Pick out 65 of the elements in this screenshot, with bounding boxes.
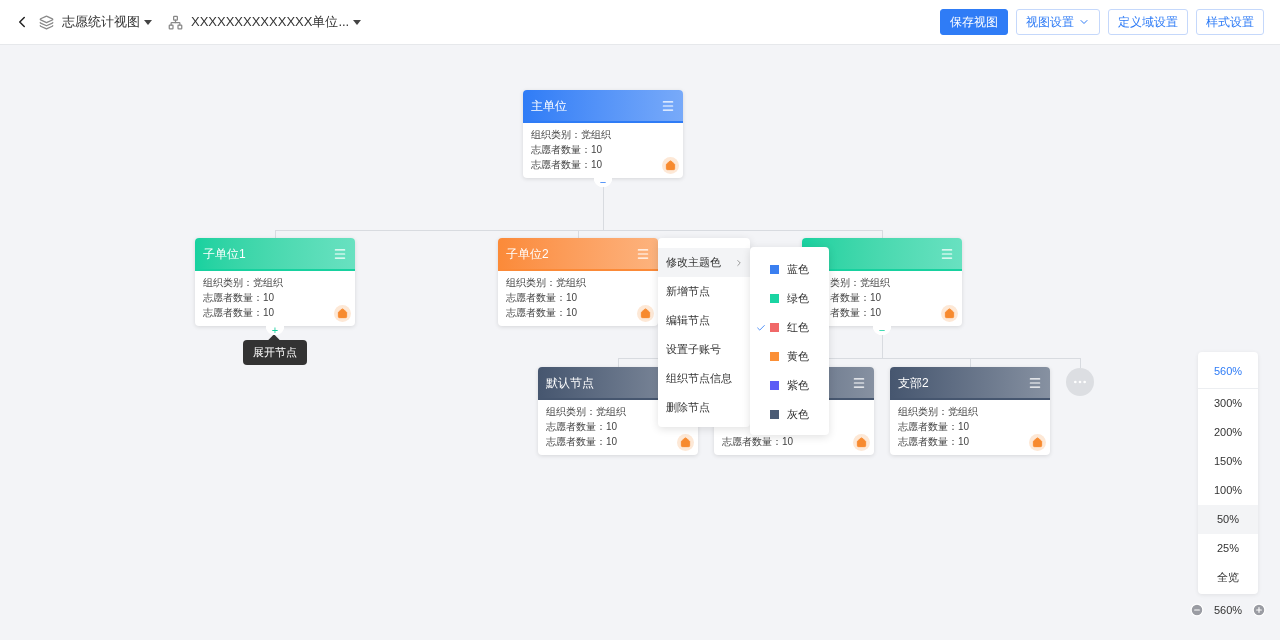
zoom-option[interactable]: 150% <box>1198 447 1258 476</box>
menu-icon[interactable] <box>852 376 866 390</box>
node-field: 志愿者数量：10 <box>203 305 275 320</box>
unit-dropdown[interactable]: XXXXXXXXXXXXXX单位... <box>191 12 362 32</box>
menu-item[interactable]: 新增节点 <box>658 277 750 306</box>
color-option[interactable]: 黄色 <box>750 342 829 371</box>
node-field: 组织类别：党组织 <box>898 404 978 419</box>
toolbar-button[interactable]: 视图设置 <box>1016 9 1100 35</box>
node-title: 支部2 <box>898 375 929 392</box>
node-field: 志愿者数量：10 <box>898 419 970 434</box>
node-title: 默认节点 <box>546 375 594 392</box>
zoom-in-icon[interactable] <box>1252 603 1266 618</box>
node-field: 志愿者数量：10 <box>531 157 603 172</box>
zoom-option[interactable]: 50% <box>1198 505 1258 534</box>
menu-item[interactable]: 修改主题色 <box>658 248 750 277</box>
node-field: 志愿者数量：10 <box>506 305 578 320</box>
color-option[interactable]: 红色 <box>750 313 829 342</box>
zoom-value: 560% <box>1213 603 1243 618</box>
layers-icon <box>39 14 54 30</box>
menu-item[interactable]: 组织节点信息 <box>658 364 750 393</box>
menu-icon[interactable] <box>661 99 675 113</box>
menu-item[interactable]: 编辑节点 <box>658 306 750 335</box>
menu-icon[interactable] <box>333 247 347 261</box>
node-field: 组织类别：党组织 <box>506 275 586 290</box>
node-title: 子单位1 <box>203 246 246 263</box>
menu-icon[interactable] <box>940 247 954 261</box>
zoom-option[interactable]: 560% <box>1198 354 1258 389</box>
org-chart-icon <box>168 14 183 30</box>
node-field: 志愿者数量：10 <box>506 290 578 305</box>
zoom-option[interactable]: 100% <box>1198 476 1258 505</box>
tooltip: 展开节点 <box>243 340 307 365</box>
menu-icon[interactable] <box>636 247 650 261</box>
menu-item[interactable]: 设置子账号 <box>658 335 750 364</box>
menu-icon[interactable] <box>1028 376 1042 390</box>
zoom-out-icon[interactable] <box>1190 603 1204 618</box>
node-field: 志愿者数量：10 <box>546 419 618 434</box>
node-field: 组织类别：党组织 <box>203 275 283 290</box>
color-option[interactable]: 蓝色 <box>750 255 829 284</box>
zoom-option[interactable]: 25% <box>1198 534 1258 563</box>
node-field: 类别：党组织 <box>830 275 890 290</box>
zoom-option[interactable]: 全览 <box>1198 563 1258 592</box>
color-option[interactable]: 绿色 <box>750 284 829 313</box>
toolbar-button[interactable]: 保存视图 <box>940 9 1008 35</box>
view-name-dropdown[interactable]: 志愿统计视图 <box>62 12 152 32</box>
chevron-right-icon <box>734 257 744 268</box>
toolbar-button[interactable]: 定义域设置 <box>1108 9 1188 35</box>
color-option[interactable]: 紫色 <box>750 371 829 400</box>
node-field: 者数量：10 <box>830 305 882 320</box>
color-option[interactable]: 灰色 <box>750 400 829 429</box>
node-field: 志愿者数量：10 <box>203 290 275 305</box>
node-field: 志愿者数量：10 <box>531 142 603 157</box>
node-field: 组织类别：党组织 <box>546 404 626 419</box>
check-icon <box>756 322 766 333</box>
node-field: 志愿者数量：10 <box>722 434 794 449</box>
zoom-option[interactable]: 300% <box>1198 389 1258 418</box>
toolbar-button[interactable]: 样式设置 <box>1196 9 1264 35</box>
node-title: 主单位 <box>531 98 567 115</box>
toggle-button[interactable]: − <box>594 178 612 188</box>
zoom-option[interactable]: 200% <box>1198 418 1258 447</box>
menu-item[interactable]: 删除节点 <box>658 393 750 422</box>
node-field: 志愿者数量：10 <box>546 434 618 449</box>
node-field: 组织类别：党组织 <box>531 127 611 142</box>
node-field: 志愿者数量：10 <box>898 434 970 449</box>
node-title: 子单位2 <box>506 246 549 263</box>
node-field: 者数量：10 <box>830 290 882 305</box>
